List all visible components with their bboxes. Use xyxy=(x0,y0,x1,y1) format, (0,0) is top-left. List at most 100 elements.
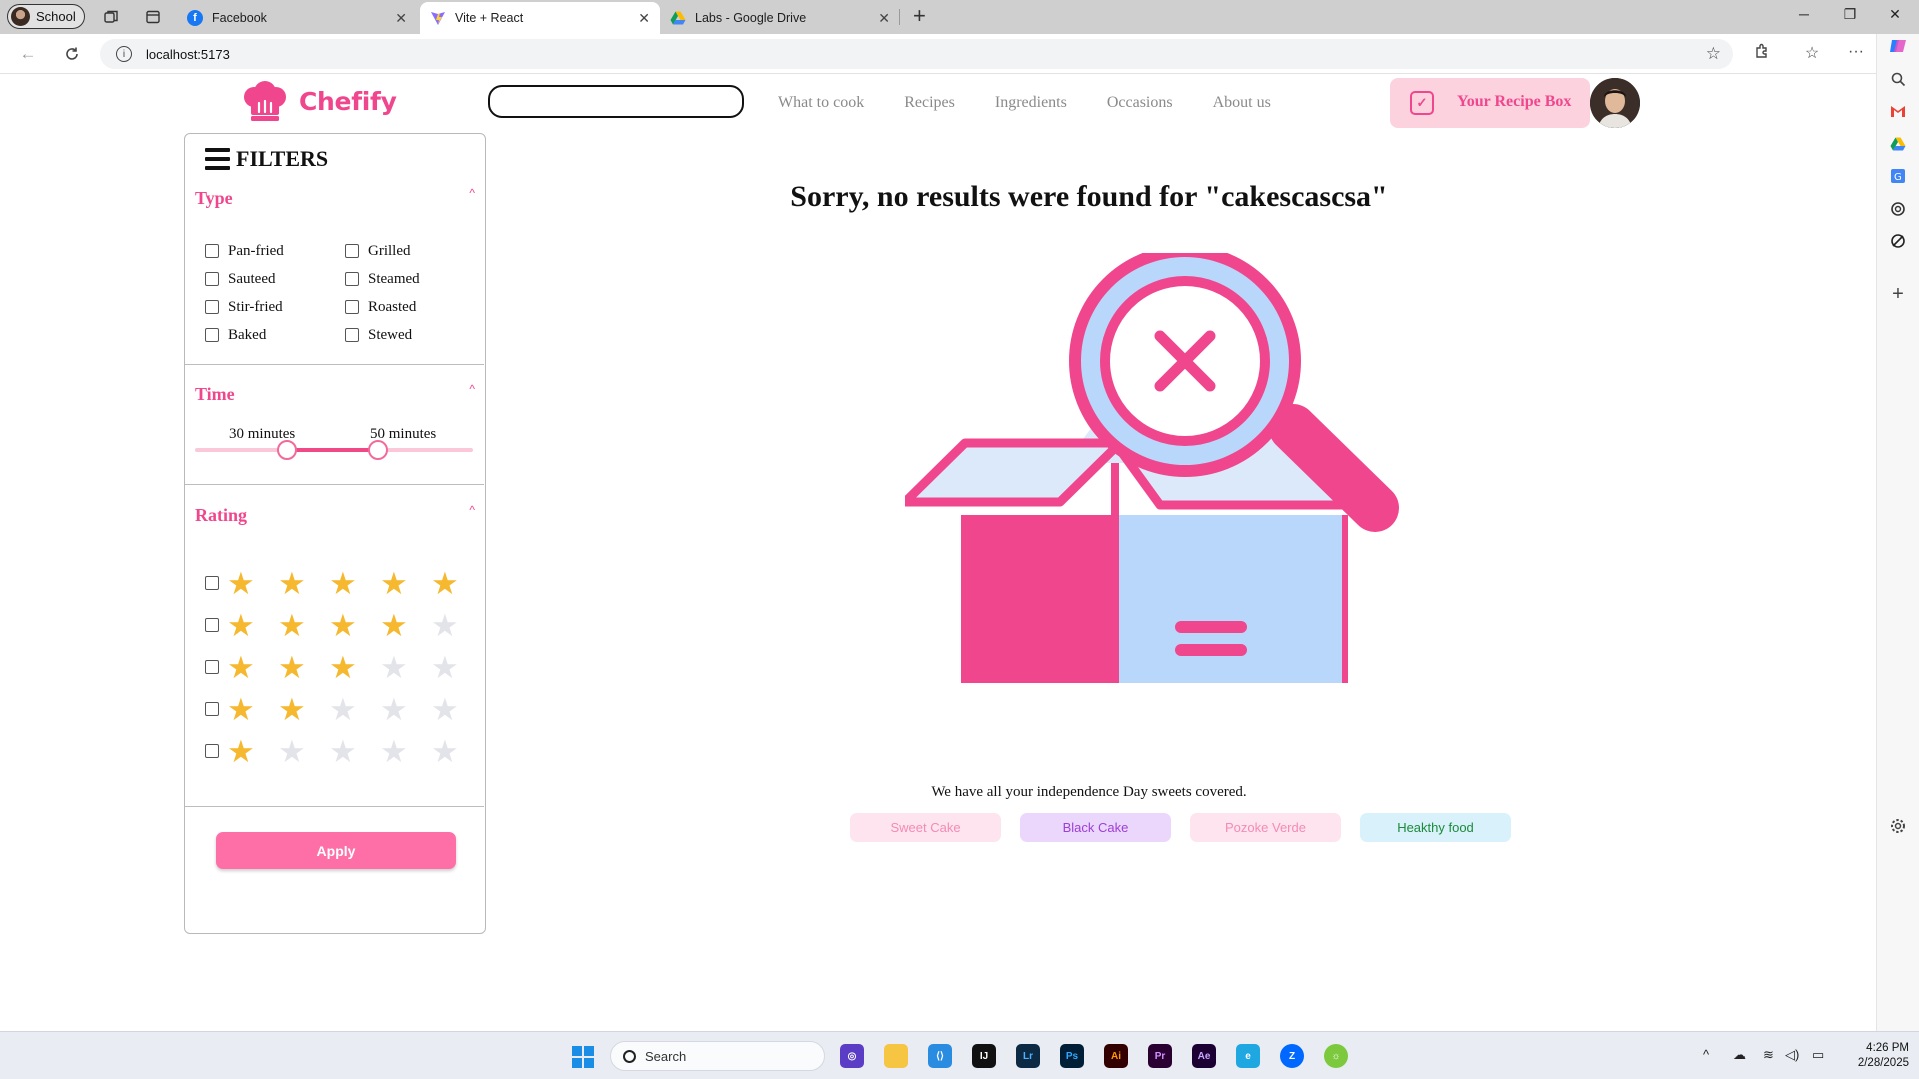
type-option-roasted[interactable]: Roasted xyxy=(345,296,465,318)
back-button[interactable]: ← xyxy=(17,43,39,65)
chevron-up-icon[interactable]: ^ xyxy=(469,186,475,200)
type-section-title[interactable]: Type xyxy=(195,188,233,209)
logo-text[interactable]: Chefify xyxy=(299,87,397,116)
favorites-icon[interactable]: ☆ xyxy=(1801,43,1823,63)
checkbox[interactable] xyxy=(205,660,219,674)
close-icon[interactable]: ✕ xyxy=(638,10,650,27)
rating-option-1[interactable]: ★ ★ ★ ★ ★ xyxy=(205,730,482,772)
type-option-stewed[interactable]: Stewed xyxy=(345,324,465,346)
url-field[interactable]: i localhost:5173 ☆ xyxy=(100,39,1733,69)
settings-gear-icon[interactable] xyxy=(1888,816,1908,836)
time-slider-max-handle[interactable] xyxy=(368,440,389,460)
rating-option-5[interactable]: ★ ★ ★ ★ ★ xyxy=(205,562,482,604)
chatgpt-icon[interactable] xyxy=(1888,199,1908,219)
close-window-button[interactable]: ✕ xyxy=(1880,6,1910,23)
time-slider-track[interactable] xyxy=(195,448,473,452)
suggestion-chip[interactable]: Sweet Cake xyxy=(850,813,1001,842)
copilot-icon[interactable] xyxy=(1888,36,1908,56)
close-icon[interactable]: ✕ xyxy=(878,10,890,27)
battery-icon[interactable]: ▭ xyxy=(1812,1047,1824,1063)
volume-icon[interactable]: ◁) xyxy=(1785,1047,1799,1063)
refresh-button[interactable] xyxy=(61,43,83,65)
wifi-icon[interactable]: ≋ xyxy=(1763,1047,1774,1063)
checkbox[interactable] xyxy=(205,744,219,758)
chevron-up-icon[interactable]: ^ xyxy=(469,382,475,396)
suggestion-chip[interactable]: Black Cake xyxy=(1020,813,1171,842)
search-icon[interactable] xyxy=(1888,69,1908,89)
apply-button[interactable]: Apply xyxy=(216,832,456,869)
close-icon[interactable]: ✕ xyxy=(395,10,407,27)
your-recipe-box-button[interactable]: ✓ Your Recipe Box xyxy=(1390,78,1590,128)
minimize-button[interactable]: ─ xyxy=(1789,6,1819,22)
checkbox[interactable] xyxy=(345,328,359,342)
nav-about-us[interactable]: About us xyxy=(1213,94,1271,112)
type-option-baked[interactable]: Baked xyxy=(205,324,345,346)
tab-actions-icon[interactable] xyxy=(143,7,163,27)
type-option-stir-fried[interactable]: Stir-fried xyxy=(205,296,345,318)
checkbox[interactable] xyxy=(345,272,359,286)
nav-recipes[interactable]: Recipes xyxy=(904,94,955,112)
nav-ingredients[interactable]: Ingredients xyxy=(995,94,1067,112)
gmail-icon[interactable] xyxy=(1888,101,1908,121)
intellij-icon[interactable]: IJ xyxy=(972,1044,996,1068)
extensions-icon[interactable] xyxy=(1751,43,1773,64)
checkbox[interactable] xyxy=(345,244,359,258)
time-slider-min-handle[interactable] xyxy=(276,440,297,460)
site-info-icon[interactable]: i xyxy=(116,46,132,62)
type-option-sauteed[interactable]: Sauteed xyxy=(205,268,345,290)
vscode-icon[interactable]: ⟨⟩ xyxy=(928,1044,952,1068)
chef-hat-logo-icon[interactable] xyxy=(242,81,288,123)
google-drive-icon[interactable] xyxy=(1888,134,1908,154)
search-input[interactable] xyxy=(488,85,744,118)
premiere-icon[interactable]: Pr xyxy=(1148,1044,1172,1068)
menu-icon[interactable] xyxy=(205,148,230,170)
checkbox[interactable] xyxy=(205,244,219,258)
chevron-up-icon[interactable]: ^ xyxy=(1703,1047,1709,1062)
checkbox[interactable] xyxy=(205,272,219,286)
taskbar-clock[interactable]: 4:26 PM 2/28/2025 xyxy=(1849,1041,1909,1071)
workspaces-icon[interactable] xyxy=(101,7,121,27)
favorite-star-icon[interactable]: ☆ xyxy=(1706,44,1721,64)
copilot-app-icon[interactable]: ◎ xyxy=(840,1044,864,1068)
checkbox[interactable] xyxy=(205,300,219,314)
lightroom-icon[interactable]: Lr xyxy=(1016,1044,1040,1068)
onedrive-icon[interactable]: ☁ xyxy=(1733,1047,1746,1063)
checkbox[interactable] xyxy=(205,328,219,342)
chevron-up-icon[interactable]: ^ xyxy=(469,503,475,517)
checkbox[interactable] xyxy=(205,576,219,590)
edge-icon[interactable]: e xyxy=(1236,1044,1260,1068)
checkbox[interactable] xyxy=(345,300,359,314)
illustrator-icon[interactable]: Ai xyxy=(1104,1044,1128,1068)
suggestion-chip[interactable]: Pozoke Verde xyxy=(1190,813,1341,842)
restore-button[interactable]: ❐ xyxy=(1835,6,1865,23)
rating-section-title[interactable]: Rating xyxy=(195,505,247,526)
nav-occasions[interactable]: Occasions xyxy=(1107,94,1173,112)
profile-button[interactable]: School xyxy=(7,4,85,29)
type-option-pan-fried[interactable]: Pan-fried xyxy=(205,240,345,262)
tab-facebook[interactable]: f Facebook ✕ xyxy=(177,2,417,34)
taskbar-search[interactable]: Search xyxy=(610,1041,825,1071)
type-option-grilled[interactable]: Grilled xyxy=(345,240,465,262)
tab-vite-react[interactable]: Vite + React ✕ xyxy=(420,2,660,34)
rating-option-4[interactable]: ★ ★ ★ ★ ★ xyxy=(205,604,482,646)
add-sidebar-app-icon[interactable]: + xyxy=(1888,283,1908,305)
file-explorer-icon[interactable] xyxy=(884,1044,908,1068)
new-tab-button[interactable]: + xyxy=(913,4,926,28)
after-effects-icon[interactable]: Ae xyxy=(1192,1044,1216,1068)
user-avatar[interactable] xyxy=(1590,78,1640,128)
rating-option-2[interactable]: ★ ★ ★ ★ ★ xyxy=(205,688,482,730)
nav-what-to-cook[interactable]: What to cook xyxy=(778,94,864,112)
app-icon[interactable]: ☼ xyxy=(1324,1044,1348,1068)
time-section-title[interactable]: Time xyxy=(195,384,235,405)
tool-icon[interactable] xyxy=(1888,231,1908,251)
type-option-steamed[interactable]: Steamed xyxy=(345,268,465,290)
more-options-icon[interactable]: ··· xyxy=(1845,43,1867,61)
checkbox[interactable] xyxy=(205,702,219,716)
windows-start-icon[interactable] xyxy=(572,1046,594,1068)
translate-icon[interactable]: G xyxy=(1888,166,1908,186)
zalo-icon[interactable]: Z xyxy=(1280,1044,1304,1068)
tab-google-drive[interactable]: Labs - Google Drive ✕ xyxy=(660,2,900,34)
suggestion-chip[interactable]: Heakthy food xyxy=(1360,813,1511,842)
checkbox[interactable] xyxy=(205,618,219,632)
rating-option-3[interactable]: ★ ★ ★ ★ ★ xyxy=(205,646,482,688)
